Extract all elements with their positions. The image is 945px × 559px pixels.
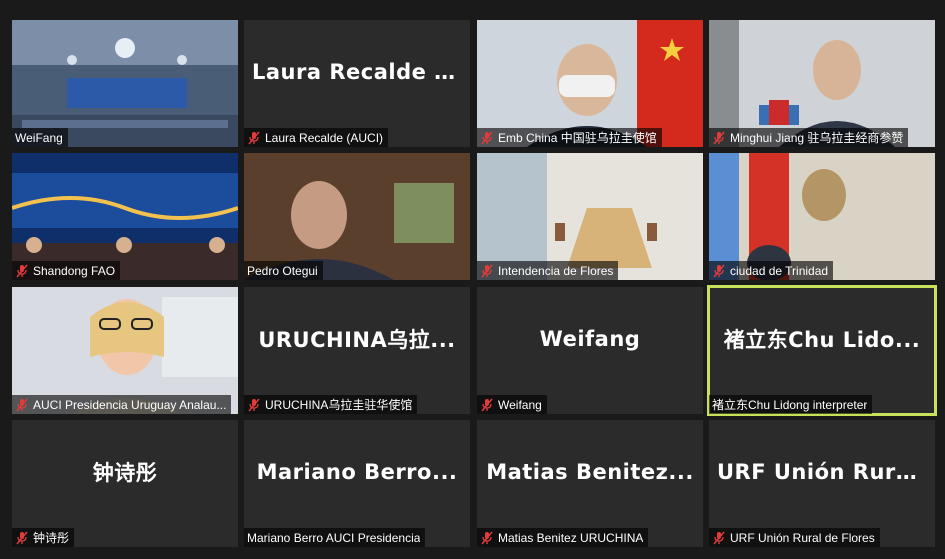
participant-big-name: URF Unión Rura... — [717, 459, 927, 484]
participant-name-label: Shandong FAO — [12, 261, 121, 280]
participant-tile[interactable]: 褚立东Chu Lido... 褚立东Chu Lidong interpreter — [707, 285, 937, 416]
participant-name-label: URUCHINA乌拉圭驻华使馆 — [244, 395, 418, 414]
participant-tile[interactable]: Minghui Jiang 驻乌拉圭经商参赞 — [709, 20, 935, 147]
participant-display-name: Laura Recalde (... — [244, 20, 470, 123]
mic-muted-icon — [15, 531, 29, 545]
mic-muted-icon — [712, 264, 726, 278]
participant-name-label: ciudad de Trinidad — [709, 261, 834, 280]
participant-display-name: Mariano Berro... — [244, 420, 470, 523]
participant-display-name: URF Unión Rura... — [709, 420, 935, 523]
participant-name-label: Minghui Jiang 驻乌拉圭经商参赞 — [709, 128, 909, 147]
participant-label-text: Shandong FAO — [33, 263, 116, 278]
participant-label-text: URF Unión Rural de Flores — [730, 530, 875, 545]
participant-name-label: AUCI Presidencia Uruguay Analau... — [12, 395, 232, 414]
participant-name-label: 钟诗彤 — [12, 528, 75, 547]
participant-big-name: 钟诗彤 — [92, 460, 158, 485]
participant-display-name: 褚立东Chu Lido... — [709, 287, 935, 390]
participant-name-label: Intendencia de Flores — [477, 261, 619, 280]
participant-label-text: ciudad de Trinidad — [730, 263, 829, 278]
participant-big-name: Matias Benitez... — [486, 459, 694, 484]
participant-tile[interactable]: URUCHINA乌拉... URUCHINA乌拉圭驻华使馆 — [244, 287, 470, 414]
participant-label-text: Weifang — [498, 397, 542, 412]
mic-muted-icon — [712, 531, 726, 545]
mic-muted-icon — [247, 398, 261, 412]
participant-name-label: 褚立东Chu Lidong interpreter — [709, 395, 873, 414]
participant-big-name: Weifang — [539, 326, 641, 351]
participant-display-name: Matias Benitez... — [477, 420, 703, 523]
participant-label-text: 钟诗彤 — [33, 531, 70, 545]
participant-tile[interactable]: Shandong FAO — [12, 153, 238, 280]
participant-tile[interactable]: 钟诗彤 钟诗彤 — [12, 420, 238, 547]
gallery-grid: WeiFang Laura Recalde (... Laura Recalde (… — [0, 0, 945, 559]
participant-tile[interactable]: Intendencia de Flores — [477, 153, 703, 280]
mic-muted-icon — [480, 264, 494, 278]
participant-label-text: Matias Benitez URUCHINA — [498, 530, 644, 545]
participant-name-label: WeiFang — [12, 128, 68, 147]
participant-big-name: Laura Recalde (... — [252, 59, 462, 84]
participant-tile[interactable]: AUCI Presidencia Uruguay Analau... — [12, 287, 238, 414]
participant-tile[interactable]: Pedro Otegui — [244, 153, 470, 280]
participant-label-text: Intendencia de Flores — [498, 263, 614, 278]
participant-label-text: Emb China 中国驻乌拉圭使馆 — [498, 131, 657, 145]
participant-name-label: Mariano Berro AUCI Presidencia — [244, 528, 426, 547]
participant-name-label: Emb China 中国驻乌拉圭使馆 — [477, 128, 662, 147]
participant-big-name: 褚立东Chu Lido... — [723, 327, 921, 352]
participant-label-text: URUCHINA乌拉圭驻华使馆 — [265, 398, 413, 412]
participant-label-text: WeiFang — [15, 130, 63, 145]
mic-muted-icon — [15, 398, 29, 412]
participant-label-text: Mariano Berro AUCI Presidencia — [247, 530, 421, 545]
participant-display-name: Weifang — [477, 287, 703, 390]
mic-muted-icon — [480, 398, 494, 412]
mic-muted-icon — [480, 531, 494, 545]
participant-tile[interactable]: Matias Benitez... Matias Benitez URUCHINA — [477, 420, 703, 547]
mic-muted-icon — [247, 131, 261, 145]
participant-tile[interactable]: Emb China 中国驻乌拉圭使馆 — [477, 20, 703, 147]
participant-tile[interactable]: URF Unión Rura... URF Unión Rural de Flor… — [709, 420, 935, 547]
participant-big-name: Mariano Berro... — [256, 459, 458, 484]
participant-label-text: AUCI Presidencia Uruguay Analau... — [33, 397, 227, 412]
participant-name-label: Weifang — [477, 395, 547, 414]
participant-big-name: URUCHINA乌拉... — [258, 327, 456, 352]
participant-tile[interactable]: Mariano Berro... Mariano Berro AUCI Presi… — [244, 420, 470, 547]
participant-display-name: URUCHINA乌拉... — [244, 287, 470, 390]
participant-name-label: Laura Recalde (AUCI) — [244, 128, 389, 147]
participant-tile[interactable]: Weifang Weifang — [477, 287, 703, 414]
participant-tile[interactable]: Laura Recalde (... Laura Recalde (AUCI) — [244, 20, 470, 147]
mic-muted-icon — [480, 131, 494, 145]
participant-label-text: 褚立东Chu Lidong interpreter — [712, 398, 868, 412]
participant-label-text: Minghui Jiang 驻乌拉圭经商参赞 — [730, 131, 904, 145]
mic-muted-icon — [15, 264, 29, 278]
participant-tile[interactable]: WeiFang — [12, 20, 238, 147]
participant-label-text: Laura Recalde (AUCI) — [265, 130, 384, 145]
participant-name-label: Pedro Otegui — [244, 261, 323, 280]
participant-tile[interactable]: ciudad de Trinidad — [709, 153, 935, 280]
participant-name-label: URF Unión Rural de Flores — [709, 528, 880, 547]
participant-name-label: Matias Benitez URUCHINA — [477, 528, 649, 547]
participant-display-name: 钟诗彤 — [12, 420, 238, 523]
participant-label-text: Pedro Otegui — [247, 263, 318, 278]
mic-muted-icon — [712, 131, 726, 145]
